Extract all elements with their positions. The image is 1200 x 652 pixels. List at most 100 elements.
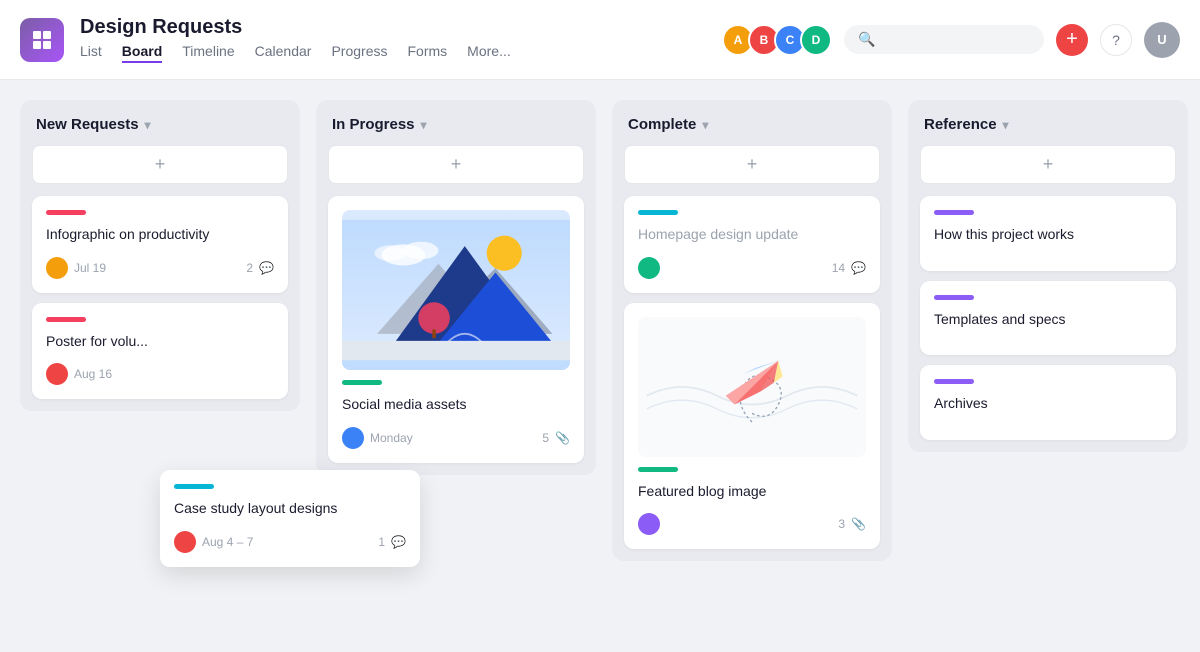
chevron-down-icon: ▾ — [421, 118, 427, 132]
cards-complete: Homepage design update 14 💬 — [612, 196, 892, 561]
tab-timeline[interactable]: Timeline — [182, 43, 234, 63]
project-title: Design Requests — [80, 16, 706, 39]
column-header-complete: Complete ▾ — [612, 100, 892, 145]
avatar — [174, 531, 196, 553]
card-infographic[interactable]: Infographic on productivity Jul 19 2 💬 — [32, 196, 288, 293]
card-tag — [638, 467, 678, 472]
add-card-reference[interactable]: + — [920, 145, 1176, 184]
avatar — [342, 427, 364, 449]
comment-icon: 💬 — [851, 261, 866, 275]
card-title: Archives — [934, 394, 1162, 414]
card-title: Social media assets — [342, 395, 570, 415]
tab-forms[interactable]: Forms — [408, 43, 448, 63]
search-input[interactable] — [881, 32, 1030, 48]
tab-more[interactable]: More... — [467, 43, 511, 63]
card-footer: Aug 16 — [46, 363, 274, 385]
add-card-new-requests[interactable]: + — [32, 145, 288, 184]
chevron-down-icon: ▾ — [702, 118, 708, 132]
column-header-in-progress: In Progress ▾ — [316, 100, 596, 145]
card-title: Infographic on productivity — [46, 225, 274, 245]
avatar — [638, 513, 660, 535]
card-tag — [934, 379, 974, 384]
card-how-project-works[interactable]: How this project works — [920, 196, 1176, 271]
cards-reference: How this project works Templates and spe… — [908, 196, 1188, 452]
project-info: Design Requests List Board Timeline Cale… — [80, 16, 706, 63]
card-tag — [342, 380, 382, 385]
card-tag — [46, 210, 86, 215]
card-tag — [46, 317, 86, 322]
avatar — [46, 257, 68, 279]
app-icon — [20, 18, 64, 62]
search-icon: 🔍 — [858, 31, 875, 48]
card-tag — [934, 210, 974, 215]
card-footer: Aug 4 – 7 1 💬 — [174, 531, 406, 553]
app-header: Design Requests List Board Timeline Cale… — [0, 0, 1200, 80]
card-title: Homepage design update — [638, 225, 866, 245]
card-footer: Jul 19 2 💬 — [46, 257, 274, 279]
card-templates-specs[interactable]: Templates and specs — [920, 281, 1176, 356]
tab-board[interactable]: Board — [122, 43, 162, 63]
comment-icon: 💬 — [259, 261, 274, 275]
card-meta: 3 📎 — [838, 517, 866, 531]
help-button[interactable]: ? — [1100, 24, 1132, 56]
column-new-requests: New Requests ▾ + Infographic on producti… — [20, 100, 300, 411]
cards-in-progress: Social media assets Monday 5 📎 — [316, 196, 596, 475]
add-card-in-progress[interactable]: + — [328, 145, 584, 184]
card-poster[interactable]: Poster for volu... Aug 16 — [32, 303, 288, 400]
attachment-icon: 📎 — [555, 431, 570, 445]
user-avatar[interactable]: U — [1144, 22, 1180, 58]
team-avatars: A B C D — [722, 24, 832, 56]
card-tag — [934, 295, 974, 300]
attachment-icon: 📎 — [851, 517, 866, 531]
card-date — [638, 513, 660, 535]
card-footer: 14 💬 — [638, 257, 866, 279]
card-tag — [174, 484, 214, 489]
card-footer: Monday 5 📎 — [342, 427, 570, 449]
card-archives[interactable]: Archives — [920, 365, 1176, 440]
card-title: Featured blog image — [638, 482, 866, 502]
card-meta: 2 💬 — [246, 261, 274, 275]
tab-calendar[interactable]: Calendar — [255, 43, 312, 63]
card-meta: 1 💬 — [378, 535, 406, 549]
comment-icon: 💬 — [391, 535, 406, 549]
column-in-progress: In Progress ▾ + — [316, 100, 596, 475]
add-button[interactable]: + — [1056, 24, 1088, 56]
column-title-in-progress: In Progress ▾ — [332, 116, 427, 133]
card-title: How this project works — [934, 225, 1162, 245]
card-image — [638, 317, 866, 457]
tab-list[interactable]: List — [80, 43, 102, 63]
card-date: Monday — [342, 427, 413, 449]
card-footer: 3 📎 — [638, 513, 866, 535]
chevron-down-icon: ▾ — [145, 118, 151, 132]
card-date: Jul 19 — [46, 257, 106, 279]
tab-progress[interactable]: Progress — [331, 43, 387, 63]
card-title: Case study layout designs — [174, 499, 406, 519]
card-date — [638, 257, 660, 279]
search-bar[interactable]: 🔍 — [844, 25, 1044, 54]
card-social-media[interactable]: Social media assets Monday 5 📎 — [328, 196, 584, 463]
nav-tabs: List Board Timeline Calendar Progress Fo… — [80, 43, 706, 63]
card-image — [342, 210, 570, 370]
header-right: A B C D 🔍 + ? U — [722, 22, 1180, 58]
column-header-new-requests: New Requests ▾ — [20, 100, 300, 145]
card-date: Aug 16 — [46, 363, 112, 385]
popup-card-case-study[interactable]: Case study layout designs Aug 4 – 7 1 💬 — [160, 470, 420, 567]
card-title: Templates and specs — [934, 310, 1162, 330]
column-title-complete: Complete ▾ — [628, 116, 708, 133]
avatar — [638, 257, 660, 279]
card-tag — [638, 210, 678, 215]
card-meta: 5 📎 — [542, 431, 570, 445]
card-meta: 14 💬 — [832, 261, 866, 275]
card-date: Aug 4 – 7 — [174, 531, 253, 553]
add-card-complete[interactable]: + — [624, 145, 880, 184]
card-featured-blog[interactable]: Featured blog image 3 📎 — [624, 303, 880, 550]
card-homepage[interactable]: Homepage design update 14 💬 — [624, 196, 880, 293]
column-title-reference: Reference ▾ — [924, 116, 1009, 133]
column-complete: Complete ▾ + Homepage design update 14 💬 — [612, 100, 892, 561]
card-title: Poster for volu... — [46, 332, 274, 352]
column-header-reference: Reference ▾ — [908, 100, 1188, 145]
chevron-down-icon: ▾ — [1003, 118, 1009, 132]
avatar: D — [800, 24, 832, 56]
column-title-new-requests: New Requests ▾ — [36, 116, 151, 133]
avatar — [46, 363, 68, 385]
